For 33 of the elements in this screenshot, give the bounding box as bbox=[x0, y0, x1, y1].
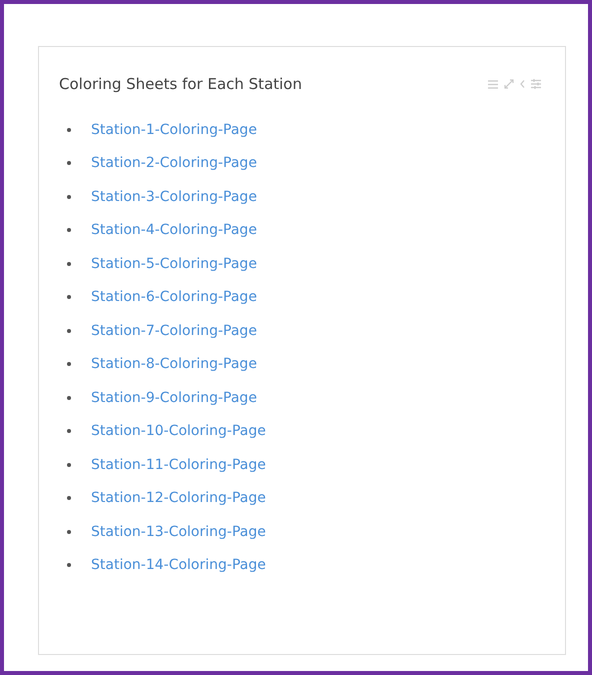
bullet-icon bbox=[67, 362, 71, 366]
coloring-page-link[interactable]: Station-14-Coloring-Page bbox=[91, 557, 266, 574]
coloring-page-link[interactable]: Station-6-Coloring-Page bbox=[91, 289, 257, 306]
bullet-icon bbox=[67, 128, 71, 132]
bullet-icon bbox=[67, 496, 71, 500]
coloring-page-link[interactable]: Station-11-Coloring-Page bbox=[91, 456, 266, 473]
coloring-page-link[interactable]: Station-4-Coloring-Page bbox=[91, 222, 257, 238]
bullet-icon bbox=[67, 228, 71, 232]
expand-icon[interactable] bbox=[504, 79, 514, 89]
chevron-left-icon[interactable] bbox=[520, 80, 525, 88]
coloring-page-link[interactable]: Station-2-Coloring-Page bbox=[91, 155, 257, 172]
coloring-page-link[interactable]: Station-7-Coloring-Page bbox=[91, 322, 257, 339]
bullet-icon bbox=[67, 161, 71, 166]
bullet-icon bbox=[67, 328, 71, 333]
settings-icon[interactable] bbox=[531, 79, 541, 89]
coloring-page-link[interactable]: Station-3-Coloring-Page bbox=[91, 188, 257, 205]
coloring-page-link[interactable]: Station-12-Coloring-Page bbox=[91, 490, 266, 506]
coloring-page-link[interactable]: Station-1-Coloring-Page bbox=[91, 122, 257, 138]
bullet-icon bbox=[67, 262, 71, 266]
panel-title: Coloring Sheets for Each Station bbox=[59, 75, 302, 93]
bullet-icon bbox=[67, 429, 71, 434]
coloring-page-link[interactable]: Station-10-Coloring-Page bbox=[91, 423, 266, 440]
coloring-page-link[interactable]: Station-5-Coloring-Page bbox=[91, 256, 257, 272]
bullet-icon bbox=[67, 563, 71, 568]
coloring-page-link[interactable]: Station-9-Coloring-Page bbox=[91, 390, 257, 406]
coloring-page-link[interactable]: Station-13-Coloring-Page bbox=[91, 524, 266, 540]
bullet-icon bbox=[67, 462, 71, 467]
bullet-icon bbox=[67, 194, 71, 199]
bullet-icon bbox=[67, 295, 71, 300]
list-icon[interactable] bbox=[488, 80, 498, 88]
coloring-page-link[interactable]: Station-8-Coloring-Page bbox=[91, 356, 257, 372]
bullet-icon bbox=[67, 396, 71, 400]
bullet-icon bbox=[67, 530, 71, 534]
